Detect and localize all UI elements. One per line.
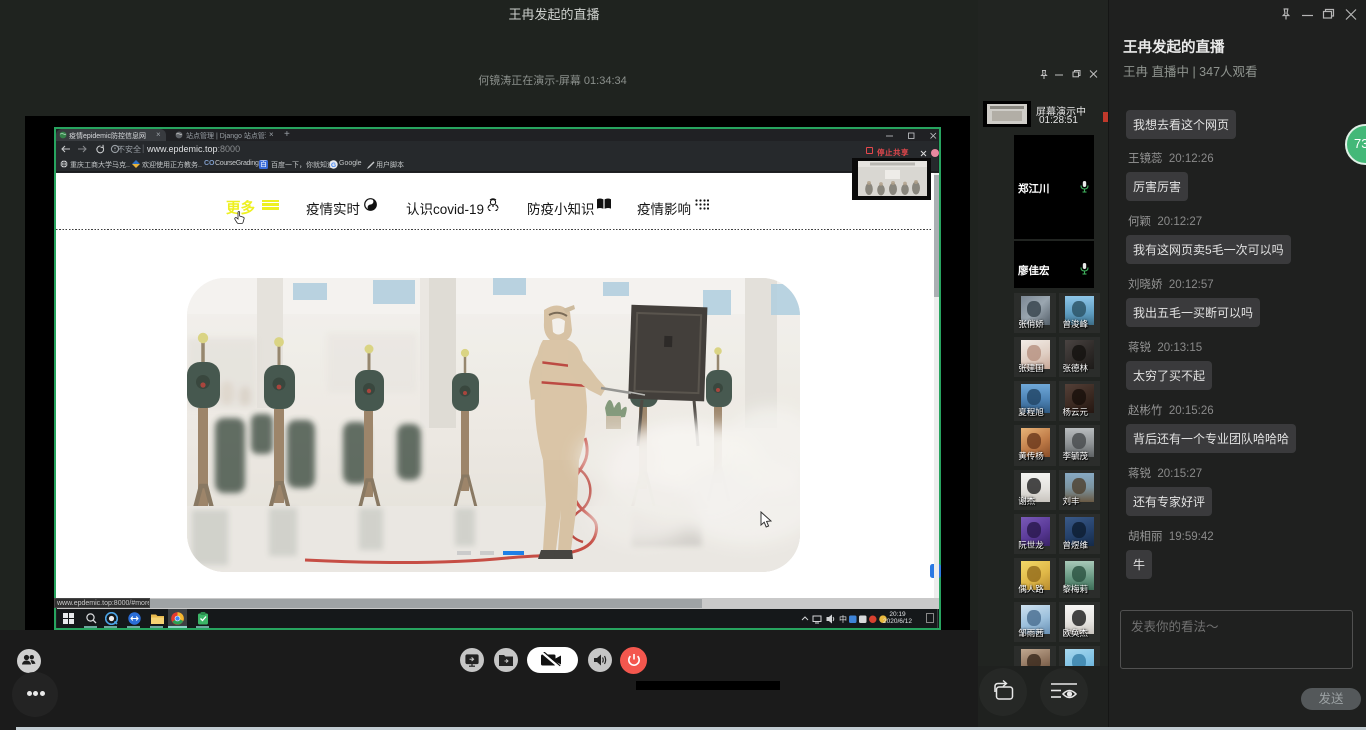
- svg-text:G: G: [331, 161, 336, 168]
- svg-text:中: 中: [839, 614, 847, 624]
